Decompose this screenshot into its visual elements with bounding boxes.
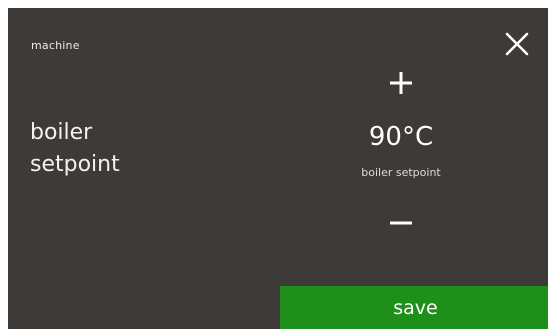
close-icon[interactable] — [503, 30, 531, 58]
settings-screen: machine boiler setpoint 90°C boiler setp… — [8, 8, 548, 329]
parameter-label-line2: setpoint — [30, 152, 120, 177]
save-button[interactable]: save — [280, 286, 548, 329]
parameter-label-line1: boiler — [30, 120, 93, 145]
parameter-label: boiler setpoint — [30, 117, 120, 181]
setpoint-value: 90°C — [368, 122, 434, 152]
breadcrumb: machine — [31, 39, 80, 52]
setpoint-caption: boiler setpoint — [361, 166, 441, 179]
plus-icon[interactable] — [384, 66, 418, 100]
minus-icon[interactable] — [384, 206, 418, 240]
